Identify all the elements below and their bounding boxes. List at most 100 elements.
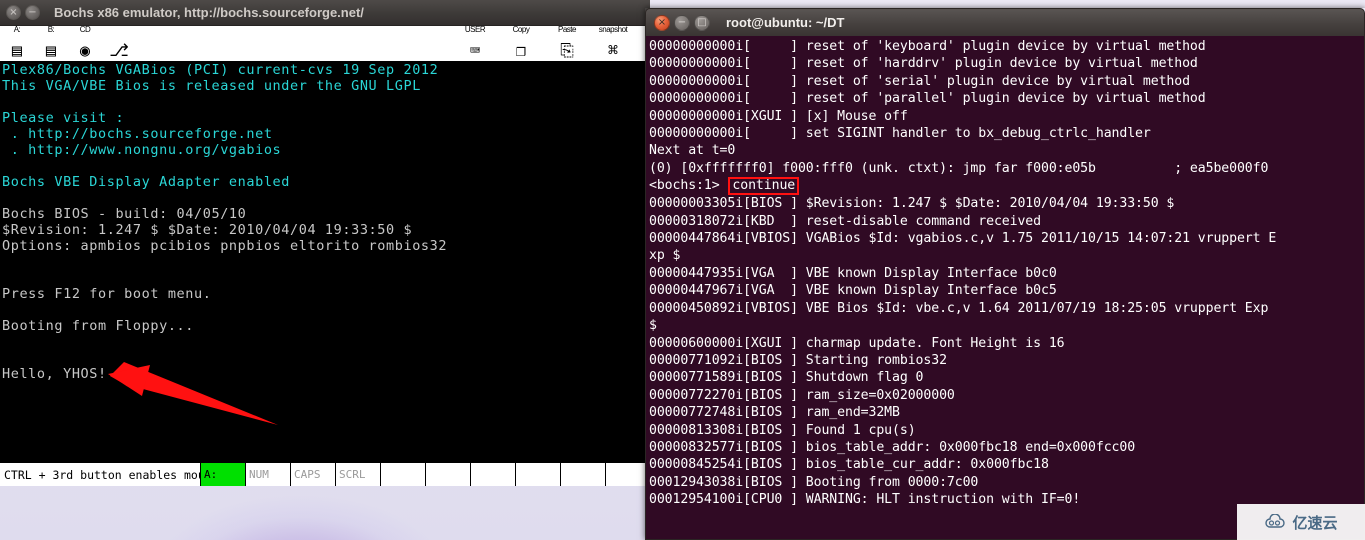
paste-button-icon[interactable]: Paste ⎘ (544, 26, 590, 61)
status-cell-num[interactable]: NUM (245, 463, 290, 486)
terminal-line: 00000832577i[BIOS ] bios_table_addr: 0x0… (649, 439, 1136, 455)
vga-line: Hello, YHOS! (2, 366, 107, 382)
copy-icon: ❐ (515, 41, 527, 61)
vga-line: Please visit : (2, 110, 125, 126)
terminal-line: $ (649, 318, 657, 334)
terminal-titlebar[interactable]: × − □ root@ubuntu: ~/DT (645, 8, 1365, 36)
copy-button-icon[interactable]: Copy ❐ (498, 26, 544, 61)
floppy-a-label: A: (13, 26, 21, 34)
status-cell-empty-9[interactable] (605, 463, 650, 486)
terminal-line: 00000772270i[BIOS ] ram_size=0x02000000 (649, 387, 955, 403)
vga-line (0, 270, 650, 286)
floppy-b-icon[interactable]: B: ▤ (34, 26, 68, 61)
vga-line: . http://www.nongnu.org/vgabios (2, 142, 282, 158)
vga-line: Booting from Floppy... (2, 318, 195, 334)
status-cell-empty-8[interactable] (560, 463, 605, 486)
paste-icon: ⎘ (560, 41, 574, 61)
bochs-toolbar-left-group: A: ▤ B: ▤ CD ◉ ⎇ (0, 26, 136, 61)
terminal-line: 00000000000i[ ] reset of 'serial' plugin… (649, 73, 1190, 89)
floppy-a-icon[interactable]: A: ▤ (0, 26, 34, 61)
terminal-line: 00000000000i[XGUI ] [x] Mouse off (649, 108, 908, 124)
keyboard-icon: ⌨ (469, 41, 481, 61)
bochs-emulator-window: × − Bochs x86 emulator, http://bochs.sou… (0, 0, 650, 486)
status-cell-empty-6[interactable] (470, 463, 515, 486)
vga-line (0, 94, 650, 110)
status-cell-a[interactable]: A: (200, 463, 245, 486)
terminal-line: 00000000000i[ ] reset of 'keyboard' plug… (649, 39, 1206, 54)
bochs-toolbar: A: ▤ B: ▤ CD ◉ ⎇ USER ⌨ Copy ❐ Paste ⎘ s… (0, 26, 650, 62)
terminal-maximize-button[interactable]: □ (694, 14, 710, 31)
vga-line: Bochs VBE Display Adapter enabled (2, 174, 291, 190)
terminal-line: (0) [0xfffffff0] f000:fff0 (unk. ctxt): … (649, 160, 1269, 176)
vga-line: Plex86/Bochs VGABios (PCI) current-cvs 1… (2, 62, 439, 78)
maximize-icon: □ (697, 16, 707, 28)
terminal-line: 00000000000i[ ] set SIGINT handler to bx… (649, 126, 1151, 142)
close-icon: × (9, 7, 18, 18)
terminal-line: xp $ (649, 248, 681, 264)
cdrom-icon[interactable]: CD ◉ (68, 26, 102, 61)
power-glyph: ⎇ (109, 41, 129, 61)
bochs-toolbar-right-group: USER ⌨ Copy ❐ Paste ⎘ snapshot ⌘ CONFIG … (452, 26, 650, 61)
status-cell-empty-7[interactable] (515, 463, 560, 486)
cloud-icon (1265, 514, 1286, 528)
terminal-line: Next at t=0 (649, 143, 736, 159)
terminal-line: 00000771589i[BIOS ] Shutdown flag 0 (649, 370, 924, 386)
highlighted-command: continue (728, 177, 800, 196)
bochs-prompt-line: <bochs:1> continue (649, 177, 1364, 196)
copy-label: Copy (512, 26, 530, 34)
status-cell-caps[interactable]: CAPS (290, 463, 335, 486)
bochs-titlebar[interactable]: × − Bochs x86 emulator, http://bochs.sou… (0, 0, 650, 26)
vga-line (0, 158, 650, 174)
terminal-line: 00000600000i[XGUI ] charmap update. Font… (649, 335, 1065, 351)
statusbar-message: CTRL + 3rd button enables mouse (4, 467, 219, 482)
terminal-line: 00000000000i[ ] reset of 'parallel' plug… (649, 91, 1206, 107)
floppy-b-glyph: ▤ (45, 41, 57, 61)
terminal-line: 00012943038i[BIOS ] Booting from 0000:7c… (649, 474, 979, 490)
terminal-output-area[interactable]: 00000000000i[ ] reset of 'keyboard' plug… (645, 36, 1365, 540)
bochs-minimize-button[interactable]: − (25, 5, 40, 20)
terminal-line: 00000000000i[ ] reset of 'harddrv' plugi… (649, 56, 1198, 72)
power-icon[interactable]: ⎇ (102, 26, 136, 61)
terminal-line: 00000772748i[BIOS ] ram_end=32MB (649, 405, 900, 421)
vga-line: $Revision: 1.247 $ $Date: 2010/04/04 19:… (2, 222, 413, 238)
paste-label: Paste (558, 26, 576, 34)
terminal-close-button[interactable]: × (654, 14, 670, 31)
vga-line (0, 302, 650, 318)
bochs-statusbar: CTRL + 3rd button enables mouse A: NUM CAP… (0, 462, 650, 486)
snapshot-button-icon[interactable]: snapshot ⌘ (590, 26, 636, 61)
minimize-icon: − (677, 16, 687, 28)
bochs-window-title: Bochs x86 emulator, http://bochs.sourcef… (54, 5, 364, 20)
terminal-line: 00000447935i[VGA ] VBE known Display Int… (649, 265, 1057, 281)
cdrom-label: CD (79, 26, 91, 34)
vga-line (0, 334, 650, 350)
terminal-line: 00000003305i[BIOS ] $Revision: 1.247 $ $… (649, 196, 1175, 212)
user-label: USER (464, 26, 486, 34)
terminal-line: 00000447967i[VGA ] VBE known Display Int… (649, 283, 1057, 299)
terminal-window: × − □ root@ubuntu: ~/DT 00000000000i[ ] … (645, 8, 1365, 540)
vga-line: Press F12 for boot menu. (2, 286, 212, 302)
terminal-line: 00000813308i[BIOS ] Found 1 cpu(s) (649, 422, 916, 438)
status-cell-empty-4[interactable] (380, 463, 425, 486)
terminal-window-title: root@ubuntu: ~/DT (726, 15, 845, 30)
floppy-b-label: B: (47, 26, 55, 34)
bochs-prompt-label: <bochs:1> (649, 178, 728, 194)
terminal-minimize-button[interactable]: − (674, 14, 690, 31)
vga-line (0, 190, 650, 206)
vga-line: . http://bochs.sourceforge.net (2, 126, 273, 142)
vga-line: Options: apmbios pcibios pnpbios eltorit… (2, 238, 448, 254)
vga-line: Bochs BIOS - build: 04/05/10 (2, 206, 247, 222)
terminal-line: 00000450892i[VBIOS] VBE Bios $Id: vbe.c,… (649, 300, 1269, 316)
status-cell-scrl[interactable]: SCRL (335, 463, 380, 486)
vga-line: This VGA/VBE Bios is released under the … (2, 78, 421, 94)
vga-line (0, 350, 650, 366)
user-button-icon[interactable]: USER ⌨ (452, 26, 498, 61)
minimize-icon: − (28, 7, 37, 18)
terminal-line: 00000845254i[BIOS ] bios_table_cur_addr:… (649, 457, 1049, 473)
floppy-a-glyph: ▤ (11, 41, 23, 61)
bochs-close-button[interactable]: × (6, 5, 21, 20)
terminal-line: 00000771092i[BIOS ] Starting rombios32 (649, 352, 947, 368)
close-icon: × (657, 16, 667, 28)
terminal-line: 00000318072i[KBD ] reset-disable command… (649, 213, 1041, 229)
watermark: 亿速云 (1237, 504, 1365, 540)
status-cell-empty-5[interactable] (425, 463, 470, 486)
